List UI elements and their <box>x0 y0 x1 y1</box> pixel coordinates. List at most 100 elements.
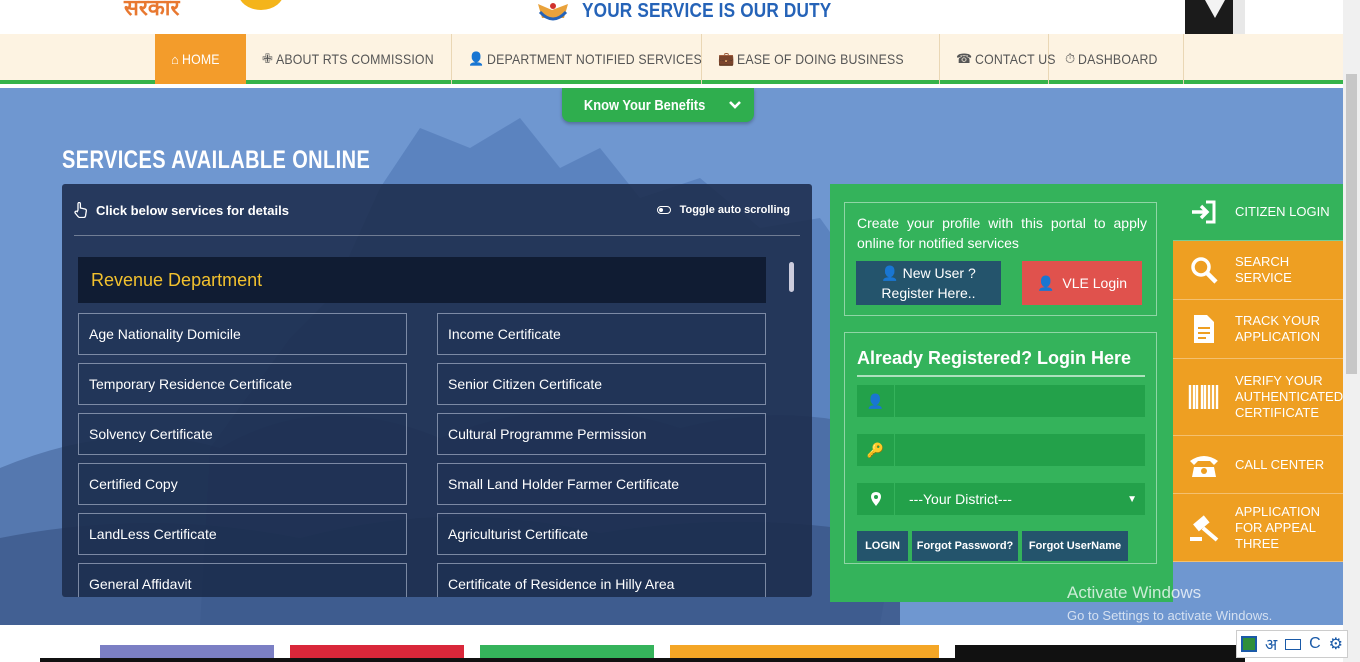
key-icon: 🔑 <box>857 434 895 466</box>
keyboard-letter[interactable]: C <box>1309 635 1321 653</box>
nav-item-label: CONTACT US <box>975 51 1057 67</box>
service-item[interactable]: Temporary Residence Certificate <box>78 363 407 405</box>
service-item[interactable]: Small Land Holder Farmer Certificate <box>437 463 766 505</box>
username-input[interactable] <box>895 385 1145 417</box>
district-select[interactable]: ---Your District--- ▼ <box>895 483 1145 515</box>
district-field: ---Your District--- ▼ <box>857 483 1145 515</box>
document-icon <box>1173 314 1235 344</box>
user-icon: 👤 <box>881 265 899 281</box>
toggle-switch-icon <box>656 206 671 214</box>
nav-item-ease-of-doing-business[interactable]: 💼 EASE OF DOING BUSINESS <box>702 34 940 84</box>
footer-strip <box>0 625 1343 662</box>
department-heading[interactable]: Revenue Department <box>78 257 766 303</box>
activate-windows-subtitle: Go to Settings to activate Windows. <box>1067 608 1273 623</box>
forgot-password-button[interactable]: Forgot Password? <box>912 531 1018 561</box>
title-divider <box>857 375 1145 377</box>
language-indicator[interactable]: अ <box>1265 633 1277 655</box>
nav-item-label: DEPARTMENT NOTIFIED SERVICES <box>487 51 703 67</box>
click-note: Click below services for details <box>74 202 289 218</box>
district-selected-value: ---Your District--- <box>909 491 1012 507</box>
toggle-auto-scrolling[interactable]: Toggle auto scrolling <box>656 204 790 216</box>
side-menu-track-your-application[interactable]: TRACK YOUR APPLICATION <box>1173 300 1343 359</box>
header-tagline: YOUR SERVICE IS OUR DUTY <box>582 0 832 22</box>
system-tray: अ C ⚙ <box>1236 630 1348 658</box>
nav-item-label: ABOUT RTS COMMISSION <box>276 51 434 67</box>
dashboard-icon: ⏱ <box>1065 51 1076 66</box>
telephone-icon <box>1173 451 1235 479</box>
know-your-benefits-button[interactable]: Know Your Benefits <box>562 88 754 122</box>
window-scrollbar[interactable] <box>1343 0 1360 662</box>
side-menu-label: APPLICATION FOR APPEAL THREE <box>1235 503 1321 551</box>
side-menu-verify-your-authenticated-certificate[interactable]: VERIFY YOUR AUTHENTICATED CERTIFICATE <box>1173 359 1343 436</box>
service-item[interactable]: Age Nationality Domicile <box>78 313 407 355</box>
register-intro-text: Create your profile with this portal to … <box>857 215 1147 251</box>
side-menu-citizen-login[interactable]: CITIZEN LOGIN <box>1173 184 1343 241</box>
barcode-icon <box>1173 383 1235 411</box>
emblem-icon <box>538 3 568 21</box>
vle-login-button[interactable]: 👤 VLE Login <box>1022 261 1142 305</box>
network-icon[interactable] <box>1240 636 1257 652</box>
keyboard-icon[interactable] <box>1285 638 1302 650</box>
sun-logo-icon <box>238 0 284 10</box>
user-icon: 👤 <box>468 51 485 66</box>
service-item[interactable]: Agriculturist Certificate <box>437 513 766 555</box>
services-scrollbar[interactable] <box>789 262 794 292</box>
service-item[interactable]: General Affidavit <box>78 563 407 597</box>
side-menu-application-for-appeal-three[interactable]: APPLICATION FOR APPEAL THREE <box>1173 494 1343 562</box>
forgot-username-button[interactable]: Forgot UserName <box>1022 531 1128 561</box>
register-here-label: Register Here.. <box>881 285 976 301</box>
new-user-label: New User ? <box>902 265 976 281</box>
nav-item-label: DASHBOARD <box>1078 51 1158 67</box>
home-icon: ⌂ <box>171 51 180 67</box>
service-item[interactable]: Senior Citizen Certificate <box>437 363 766 405</box>
portrait-image <box>1185 0 1245 34</box>
service-item[interactable]: Income Certificate <box>437 313 766 355</box>
password-input[interactable] <box>895 434 1145 466</box>
gavel-icon <box>1173 513 1235 543</box>
services-title: SERVICES AVAILABLE ONLINE <box>62 146 371 174</box>
side-menu-label: SEARCH SERVICE <box>1235 254 1292 285</box>
window-scrollbar-thumb[interactable] <box>1346 74 1357 374</box>
vle-login-label: VLE Login <box>1062 275 1128 291</box>
footer-dark-bar <box>40 658 1245 662</box>
search-icon <box>1173 256 1235 284</box>
service-item[interactable]: LandLess Certificate <box>78 513 407 555</box>
gear-icon[interactable]: ⚙ <box>1329 634 1343 654</box>
service-item[interactable]: Solvency Certificate <box>78 413 407 455</box>
header-logo-text: सरकार <box>124 0 180 21</box>
new-user-register-button[interactable]: 👤 New User ? Register Here.. <box>856 261 1001 305</box>
phone-icon: ☎ <box>956 51 973 66</box>
nav-item-label: EASE OF DOING BUSINESS <box>737 51 905 67</box>
login-title: Already Registered? Login Here <box>857 348 1132 368</box>
side-menu-label: CALL CENTER <box>1235 456 1325 472</box>
activate-windows-title: Activate Windows <box>1067 583 1202 602</box>
user-icon: 👤 <box>857 385 895 417</box>
side-menu-label: VERIFY YOUR AUTHENTICATED CERTIFICATE <box>1235 373 1343 420</box>
sign-in-icon <box>1173 200 1235 224</box>
nav-item-about-rts-commission[interactable]: ✙ ABOUT RTS COMMISSION <box>246 34 452 84</box>
login-button[interactable]: LOGIN <box>857 531 908 561</box>
username-field: 👤 <box>857 385 1145 417</box>
password-field: 🔑 <box>857 434 1145 466</box>
side-menu-call-center[interactable]: CALL CENTER <box>1173 436 1343 494</box>
nav-item-label: HOME <box>182 51 220 67</box>
nav-item-contact-us[interactable]: ☎ CONTACT US <box>940 34 1056 84</box>
caret-down-icon: ▼ <box>1127 493 1137 505</box>
pointer-hand-icon <box>74 202 87 218</box>
login-box: Already Registered? Login Here 👤 🔑 ---Yo… <box>844 332 1157 564</box>
side-menu-label: CITIZEN LOGIN <box>1235 204 1330 219</box>
service-item[interactable]: Cultural Programme Permission <box>437 413 766 455</box>
site-header: सरकार YOUR SERVICE IS OUR DUTY <box>0 0 1343 34</box>
toggle-label: Toggle auto scrolling <box>679 204 790 216</box>
nav-item-department-notified-services[interactable]: 👤 DEPARTMENT NOTIFIED SERVICES <box>452 34 702 84</box>
nav-item-dashboard[interactable]: ⏱ DASHBOARD <box>1049 34 1184 84</box>
service-item[interactable]: Certified Copy <box>78 463 407 505</box>
briefcase-icon: 💼 <box>718 51 735 66</box>
map-marker-icon <box>857 483 895 515</box>
nav-item-home[interactable]: ⌂ HOME <box>155 34 246 84</box>
services-panel: Click below services for details Toggle … <box>62 184 812 597</box>
side-menu-search-service[interactable]: SEARCH SERVICE <box>1173 241 1343 300</box>
side-menu-label: TRACK YOUR APPLICATION <box>1235 313 1321 344</box>
service-item[interactable]: Certificate of Residence in Hilly Area <box>437 563 766 597</box>
chevron-down-icon <box>728 101 741 109</box>
